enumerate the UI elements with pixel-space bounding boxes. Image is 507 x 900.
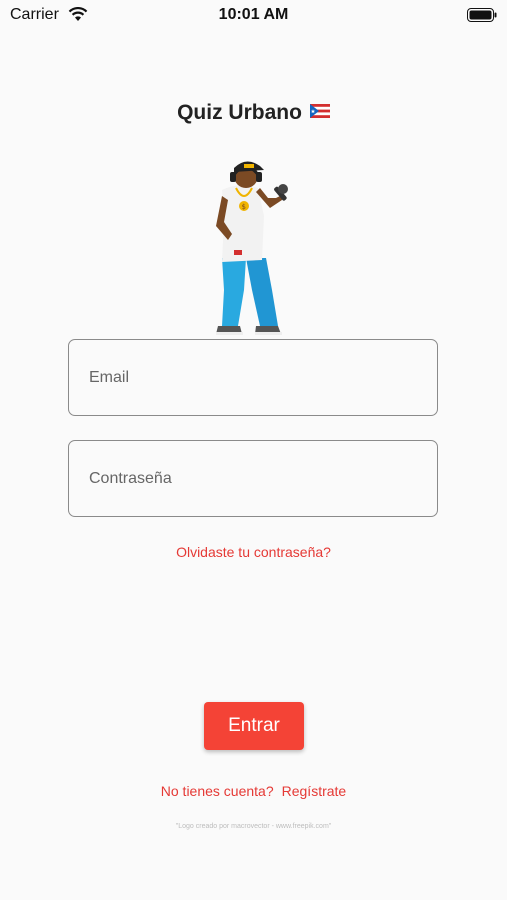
signup-row: No tienes cuenta? Regístrate	[0, 783, 507, 799]
status-bar: Carrier 10:01 AM	[0, 0, 507, 30]
app-title-text: Quiz Urbano	[177, 101, 302, 124]
enter-button[interactable]: Entrar	[204, 702, 304, 750]
email-field-container[interactable]	[68, 339, 438, 416]
email-field[interactable]	[69, 340, 437, 415]
logo-credit: "Logo creado por macrovector - www.freep…	[175, 823, 332, 830]
forgot-password-link[interactable]: Olvidaste tu contraseña?	[0, 544, 507, 560]
rapper-mascot-illustration: $	[200, 160, 310, 345]
status-time: 10:01 AM	[218, 6, 289, 23]
battery-icon	[467, 8, 497, 27]
app-title: Quiz Urbano	[0, 101, 507, 125]
puerto-rico-flag-icon	[309, 100, 330, 124]
register-link[interactable]: Regístrate	[282, 783, 347, 799]
password-field[interactable]	[69, 441, 437, 516]
no-account-link[interactable]: No tienes cuenta?	[161, 783, 274, 799]
password-field-container[interactable]	[68, 440, 438, 517]
svg-text:$: $	[242, 203, 246, 211]
